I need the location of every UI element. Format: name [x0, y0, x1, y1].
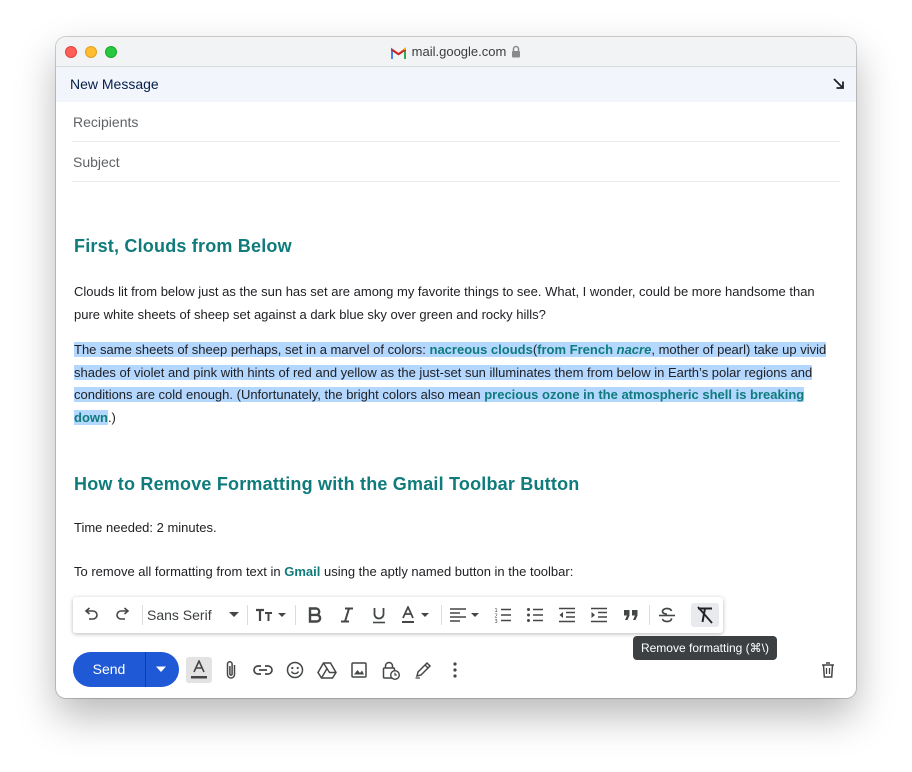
insert-link-button[interactable]: [250, 657, 276, 683]
toolbar-divider: [295, 605, 296, 625]
text-run: .): [107, 409, 116, 425]
bold-button[interactable]: [303, 603, 327, 627]
heading-remove-formatting: How to Remove Formatting with the Gmail …: [74, 474, 580, 494]
more-options-button[interactable]: [442, 657, 468, 683]
numbered-list-button[interactable]: 123: [491, 603, 515, 627]
indent-more-button[interactable]: [587, 603, 611, 627]
lock-clock-icon: [382, 661, 400, 680]
trash-icon: [822, 662, 834, 678]
indent-less-icon: [559, 607, 575, 623]
text-format-icon: [191, 660, 207, 679]
underline-icon: [373, 607, 385, 623]
redo-button[interactable]: [111, 603, 135, 627]
gmail-logo-icon: [390, 47, 407, 63]
italic-icon: [341, 607, 353, 623]
bulleted-list-button[interactable]: [523, 603, 547, 627]
remove-formatting-tooltip: Remove formatting (⌘\): [633, 636, 777, 660]
text-color-button[interactable]: [399, 603, 435, 627]
send-button[interactable]: Send: [73, 652, 179, 687]
toolbar-divider: [247, 605, 248, 625]
indent-less-button[interactable]: [555, 603, 579, 627]
numbered-list-icon: 123: [495, 608, 511, 623]
drive-icon: [317, 661, 337, 679]
italic-button[interactable]: [335, 603, 359, 627]
attach-files-button[interactable]: [218, 657, 244, 683]
link-gmail[interactable]: Gmail: [284, 564, 320, 579]
text-color-icon: [402, 606, 429, 623]
lock-icon: [511, 45, 521, 62]
url-text: mail.google.com: [411, 44, 507, 59]
text-size-button[interactable]: [253, 603, 289, 627]
formatting-toolbar: Sans Serif 123: [73, 597, 723, 633]
toolbar-divider: [142, 605, 143, 625]
undo-button[interactable]: [79, 603, 103, 627]
browser-window: mail.google.com New Message Recipients S…: [56, 37, 856, 698]
text-run: using the aptly named button in the tool…: [320, 564, 574, 579]
minimize-arrow-icon[interactable]: [832, 77, 846, 96]
redo-icon: [116, 607, 130, 620]
dropdown-arrow-icon: [229, 612, 239, 617]
toolbar-divider: [649, 605, 650, 625]
schedule-send-dropdown-icon[interactable]: [155, 666, 167, 673]
compose-header: New Message: [56, 67, 856, 102]
discard-draft-button[interactable]: [815, 657, 841, 683]
confidential-mode-button[interactable]: [378, 657, 404, 683]
insert-signature-button[interactable]: [410, 657, 436, 683]
insert-from-drive-button[interactable]: [314, 657, 340, 683]
undo-icon: [84, 607, 98, 620]
bold-from-french: from French: [537, 342, 617, 357]
text-run: To remove all formatting from text in: [74, 564, 285, 579]
paragraph-intro: Clouds lit from below just as the sun ha…: [74, 284, 815, 322]
remove-formatting-button[interactable]: [691, 603, 719, 627]
quote-button[interactable]: [619, 603, 643, 627]
bulleted-list-icon: [527, 608, 543, 622]
send-divider: [145, 652, 146, 687]
font-family-label: Sans Serif: [147, 607, 212, 623]
svg-text:3: 3: [495, 619, 498, 623]
recipients-field[interactable]: Recipients: [72, 102, 840, 142]
more-vert-icon: [453, 662, 457, 678]
text-size-icon: [256, 608, 286, 621]
paragraph-instructions: To remove all formatting from text in Gm…: [74, 561, 573, 584]
image-icon: [351, 662, 367, 678]
paragraph-time: Time needed: 2 minutes.: [74, 520, 217, 535]
remove-formatting-icon: [697, 606, 713, 624]
indent-more-icon: [591, 607, 607, 623]
italic-nacre: nacre: [616, 342, 652, 357]
title-bar: mail.google.com: [56, 37, 856, 67]
align-button[interactable]: [447, 603, 485, 627]
address-bar[interactable]: mail.google.com: [56, 44, 856, 63]
heading-clouds: First, Clouds from Below: [74, 236, 292, 256]
insert-emoji-button[interactable]: [282, 657, 308, 683]
align-left-icon: [450, 608, 479, 622]
bold-icon: [308, 607, 322, 623]
quote-icon: [624, 610, 638, 620]
strikethrough-icon: [659, 607, 675, 623]
compose-title: New Message: [70, 76, 159, 92]
link-icon: [253, 665, 273, 675]
formatting-options-button[interactable]: [186, 657, 212, 683]
font-family-select[interactable]: Sans Serif: [147, 603, 243, 627]
insert-photo-button[interactable]: [346, 657, 372, 683]
emoji-icon: [286, 661, 304, 679]
send-label: Send: [92, 661, 126, 677]
paragraph-selected: The same sheets of sheep perhaps, set in…: [74, 339, 838, 429]
toolbar-divider: [441, 605, 442, 625]
paperclip-icon: [226, 660, 236, 679]
strikethrough-button[interactable]: [655, 603, 679, 627]
text-run: The same sheets of sheep perhaps, set in…: [74, 342, 430, 357]
link-nacreous-clouds[interactable]: nacreous clouds: [430, 342, 533, 357]
pen-icon: [415, 661, 432, 679]
subject-field[interactable]: Subject: [72, 142, 840, 182]
selection-highlight: The same sheets of sheep perhaps, set in…: [74, 342, 827, 425]
underline-button[interactable]: [367, 603, 391, 627]
